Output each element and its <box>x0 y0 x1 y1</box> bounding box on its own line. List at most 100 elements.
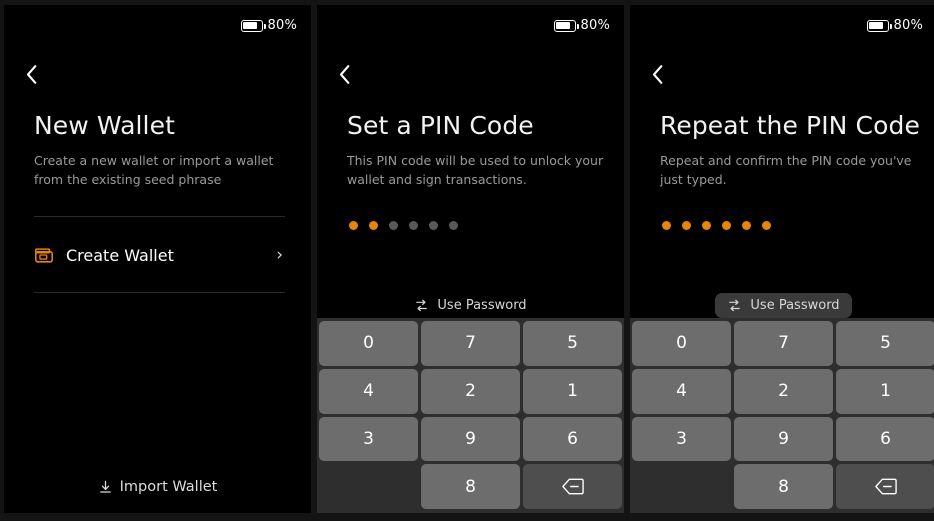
use-password-row: Use Password <box>630 293 934 318</box>
keypad-key-5[interactable]: 5 <box>523 321 622 366</box>
download-icon <box>99 480 111 493</box>
keypad-spacer <box>319 464 418 509</box>
keypad-key-label: 8 <box>465 476 476 497</box>
keypad-key-label: 4 <box>363 381 374 402</box>
keypad-key-4[interactable]: 4 <box>319 368 418 414</box>
keypad-key-label: 6 <box>567 428 578 449</box>
import-wallet-label: Import Wallet <box>119 479 218 495</box>
back-button[interactable] <box>26 59 54 89</box>
pin-dot-filled <box>762 221 771 230</box>
keypad-key-8[interactable]: 8 <box>734 464 833 509</box>
battery-label: 80% <box>893 18 923 33</box>
keypad-key-2[interactable]: 2 <box>421 368 520 414</box>
panel-new-wallet: 80% New Wallet Create a new wallet or im… <box>4 5 311 513</box>
battery-label: 80% <box>267 18 297 33</box>
screenshot-root: 80% New Wallet Create a new wallet or im… <box>0 0 934 521</box>
wallet-icon <box>35 248 53 263</box>
keypad-key-8[interactable]: 8 <box>421 464 520 509</box>
use-password-row: Use Password <box>317 293 624 318</box>
keypad-key-label: 6 <box>880 428 891 449</box>
import-wallet-button[interactable]: Import Wallet <box>4 479 311 495</box>
status-bar: 80% <box>240 18 298 33</box>
keypad-key-label: 8 <box>778 476 789 497</box>
pin-dots <box>662 221 771 230</box>
keypad-key-label: 2 <box>465 381 476 402</box>
pin-dot-empty <box>449 221 458 230</box>
pin-dot-filled <box>369 221 378 230</box>
keypad-backspace-key[interactable] <box>523 464 622 509</box>
keypad-key-label: 5 <box>567 333 578 354</box>
pin-dot-filled <box>742 221 751 230</box>
keypad-key-9[interactable]: 9 <box>734 416 833 462</box>
pin-dot-empty <box>429 221 438 230</box>
panel-set-pin: 80% Set a PIN Code This PIN code will be… <box>317 5 624 513</box>
keypad-key-label: 2 <box>778 381 789 402</box>
keypad-key-2[interactable]: 2 <box>734 368 833 414</box>
keypad-key-9[interactable]: 9 <box>421 416 520 462</box>
keypad-key-label: 5 <box>880 333 891 354</box>
create-wallet-row[interactable]: Create Wallet › <box>34 238 285 272</box>
divider-bottom <box>34 292 285 293</box>
keypad-key-label: 7 <box>465 333 476 354</box>
status-bar: 80% <box>866 18 924 33</box>
keypad-key-1[interactable]: 1 <box>523 368 622 414</box>
keypad-key-7[interactable]: 7 <box>421 321 520 366</box>
status-bar: 80% <box>553 18 611 33</box>
keypad-key-1[interactable]: 1 <box>836 368 934 414</box>
keypad-key-label: 7 <box>778 333 789 354</box>
battery-icon <box>866 19 892 32</box>
pin-dot-filled <box>662 221 671 230</box>
keypad-key-label: 4 <box>676 381 687 402</box>
keypad-key-label: 3 <box>676 428 687 449</box>
pin-dot-empty <box>389 221 398 230</box>
panel-repeat-pin: 80% Repeat the PIN Code Repeat and confi… <box>630 5 934 513</box>
backspace-icon <box>561 478 584 495</box>
keypad-key-6[interactable]: 6 <box>523 416 622 462</box>
keypad-key-0[interactable]: 0 <box>632 321 731 366</box>
keypad-key-0[interactable]: 0 <box>319 321 418 366</box>
keypad-key-label: 9 <box>465 428 476 449</box>
page-title: Repeat the PIN Code <box>660 111 920 140</box>
use-password-button[interactable]: Use Password <box>402 293 538 318</box>
create-wallet-label: Create Wallet <box>66 245 174 265</box>
pin-dot-empty <box>409 221 418 230</box>
keypad-key-4[interactable]: 4 <box>632 368 731 414</box>
repeat-pin-top: 80% Repeat the PIN Code Repeat and confi… <box>630 5 934 318</box>
page-subtitle: This PIN code will be used to unlock you… <box>347 153 604 187</box>
keypad-key-label: 3 <box>363 428 374 449</box>
use-password-label: Use Password <box>750 298 840 313</box>
keypad-key-3[interactable]: 3 <box>319 416 418 462</box>
keypad-key-label: 1 <box>880 381 891 402</box>
chevron-left-icon <box>652 64 663 84</box>
chevron-left-icon <box>26 64 37 84</box>
page-subtitle: Repeat and confirm the PIN code you've j… <box>660 153 912 187</box>
divider-top <box>34 216 285 217</box>
keypad-key-3[interactable]: 3 <box>632 416 731 462</box>
backspace-icon <box>874 478 897 495</box>
page-title: New Wallet <box>34 111 175 140</box>
battery-label: 80% <box>580 18 610 33</box>
keypad-key-7[interactable]: 7 <box>734 321 833 366</box>
battery-icon <box>240 19 266 32</box>
keypad-key-5[interactable]: 5 <box>836 321 934 366</box>
keypad-key-6[interactable]: 6 <box>836 416 934 462</box>
page-title: Set a PIN Code <box>347 111 534 140</box>
use-password-button[interactable]: Use Password <box>715 293 852 318</box>
keypad-key-label: 0 <box>676 333 687 354</box>
chevron-left-icon <box>339 64 350 84</box>
keypad-spacer <box>632 464 731 509</box>
battery-icon <box>553 19 579 32</box>
back-button[interactable] <box>652 59 680 89</box>
pin-keypad: 0 7 5 4 2 1 3 9 6 8 <box>630 318 934 513</box>
keypad-backspace-key[interactable] <box>836 464 934 509</box>
chevron-right-icon: › <box>276 244 283 265</box>
swap-icon <box>729 299 741 312</box>
page-subtitle: Create a new wallet or import a wallet f… <box>34 153 274 187</box>
pin-dot-filled <box>349 221 358 230</box>
back-button[interactable] <box>339 59 367 89</box>
keypad-key-label: 9 <box>778 428 789 449</box>
use-password-label: Use Password <box>437 298 527 313</box>
keypad-key-label: 0 <box>363 333 374 354</box>
set-pin-top: 80% Set a PIN Code This PIN code will be… <box>317 5 624 318</box>
keypad-key-label: 1 <box>567 381 578 402</box>
